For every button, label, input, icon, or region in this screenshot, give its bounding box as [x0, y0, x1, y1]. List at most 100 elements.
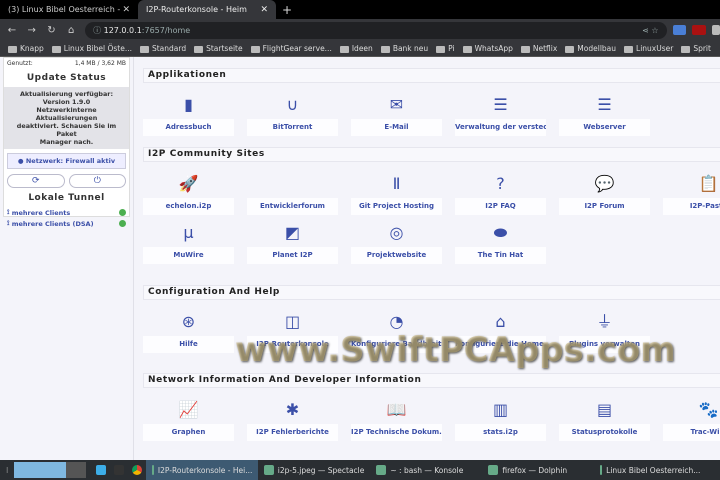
- address-book-icon: ▮: [184, 95, 193, 114]
- app-tile[interactable]: ⏚ Plugins verwalten: [559, 311, 650, 353]
- app-tile[interactable]: Ⅱ Git Project Hosting: [351, 173, 442, 215]
- taskbar-item[interactable]: ~ : bash — Konsole: [370, 460, 482, 480]
- bookmark-item[interactable]: Netflix: [513, 44, 557, 53]
- tunnel-item[interactable]: ⟟ mehrere Clients (DSA): [4, 218, 129, 229]
- taskbar-item[interactable]: firefox — Dolphin: [482, 460, 594, 480]
- back-icon[interactable]: ←: [4, 25, 20, 36]
- server-icon: ☰: [597, 95, 612, 114]
- app-tile[interactable]: ▤ Statusprotokolle: [559, 399, 650, 441]
- muwire-icon: µ: [183, 223, 194, 242]
- bookmark-icon: [380, 45, 390, 53]
- app-tile[interactable]: Entwicklerforum: [247, 173, 338, 215]
- terminal-icon[interactable]: [114, 465, 125, 475]
- app-tile[interactable]: ? I2P FAQ: [455, 173, 546, 215]
- taskbar-item[interactable]: I2P-Routerkonsole - Hei...: [146, 460, 259, 480]
- bookmark-item[interactable]: FlightGear serve...: [243, 44, 332, 53]
- bookmark-icon: [250, 45, 260, 53]
- url-input[interactable]: ⓘ 127.0.0.1:7657/home ⋖ ☆: [85, 21, 667, 39]
- pager-desktop-2[interactable]: [66, 462, 87, 478]
- bookmark-item[interactable]: Sprit: [673, 44, 711, 53]
- app-tile[interactable]: ☰ Webserver: [559, 94, 650, 136]
- bookmark-icon: [436, 45, 446, 53]
- bookmark-item[interactable]: Knapp: [0, 44, 44, 53]
- tin-hat-icon: ⬬: [493, 223, 508, 242]
- app-tile[interactable]: ◔ Konfiguriere Bandbreite: [351, 311, 442, 353]
- new-tab-icon[interactable]: +: [282, 3, 292, 17]
- code-icon: [247, 173, 338, 195]
- chart-line-icon: 📈: [178, 400, 199, 419]
- app-tile[interactable]: ⌂ Konfiguriere die Home...: [455, 311, 546, 353]
- bookmark-item[interactable]: Bank neu: [373, 44, 428, 53]
- shutdown-button[interactable]: ⏻: [68, 174, 126, 188]
- section-header: Network Information And Developer Inform…: [143, 373, 720, 388]
- i2p-icon: ◎: [389, 223, 404, 242]
- book-icon: 📖: [386, 400, 407, 419]
- taskbar-item[interactable]: Linux Bibel Oesterreich...: [594, 460, 706, 480]
- bookmark-item[interactable]: WhatsApp: [455, 44, 513, 53]
- ublock-icon[interactable]: [692, 25, 707, 35]
- rss-icon: ◩: [284, 223, 301, 242]
- app-tile[interactable]: ✱ I2P Fehlerberichte: [247, 399, 338, 441]
- tab-bar: (3) Linux Bibel Oesterreich - ✕ I2P-Route…: [0, 0, 720, 19]
- clipboard-icon: ▤: [596, 400, 613, 419]
- bookmark-icon: [51, 45, 61, 53]
- bookmark-item[interactable]: Standard: [132, 44, 186, 53]
- tab-i2p[interactable]: I2P-Routerkonsole - Heim ✕: [138, 0, 276, 19]
- bookmark-item[interactable]: LinuxUser: [616, 44, 673, 53]
- app-tile[interactable]: ✉ E-Mail: [351, 94, 442, 136]
- git-icon: Ⅱ: [392, 174, 401, 193]
- app-tile[interactable]: ⬬ The Tin Hat: [455, 222, 546, 264]
- app-tile[interactable]: ▮ Adressbuch: [143, 94, 234, 136]
- tunnel-item[interactable]: ⟟ mehrere Clients: [4, 207, 129, 218]
- dolphin-icon[interactable]: [96, 465, 107, 475]
- app-tile[interactable]: ◎ Projektwebsite: [351, 222, 442, 264]
- home-icon[interactable]: ⌂: [63, 25, 79, 36]
- network-status[interactable]: ● Netzwerk: Firewall aktiv: [7, 153, 126, 169]
- bookmark-item[interactable]: Pi: [428, 44, 455, 53]
- bookmark-item[interactable]: Modellbau: [557, 44, 616, 53]
- bookmark-icon: [624, 45, 634, 53]
- app-tile[interactable]: ∪ BitTorrent: [247, 94, 338, 136]
- extensions-icon[interactable]: [712, 25, 720, 35]
- app-tile[interactable]: ▥ stats.i2p: [455, 399, 546, 441]
- taskbar: ⁝ I2P-Routerkonsole - Hei... i2p-5.jpeg —…: [0, 460, 720, 480]
- bookmark-item[interactable]: Startseite: [186, 44, 243, 53]
- app-launcher-icon[interactable]: ⁝: [0, 466, 14, 475]
- gauge-icon: ◔: [389, 312, 404, 331]
- close-icon[interactable]: ✕: [260, 5, 268, 15]
- bookmark-icon: [681, 45, 691, 53]
- app-tile[interactable]: ☰ Verwaltung der verstec...: [455, 94, 546, 136]
- section-header: Applikationen: [143, 68, 720, 83]
- restart-button[interactable]: ⟳: [7, 174, 65, 188]
- app-tile[interactable]: 📈 Graphen: [143, 399, 234, 441]
- app-tile[interactable]: 💬 I2P Forum: [559, 173, 650, 215]
- bug-icon: ✱: [285, 400, 300, 419]
- status-dot: [119, 220, 126, 227]
- chrome-icon[interactable]: [132, 465, 143, 475]
- app-tile[interactable]: ⊛ Hilfe: [143, 311, 234, 353]
- reload-icon[interactable]: ↻: [44, 25, 60, 36]
- bookmark-item[interactable]: Ideen: [332, 44, 373, 53]
- star-icon[interactable]: ☆: [651, 26, 658, 35]
- tab-linux-bibel[interactable]: (3) Linux Bibel Oesterreich - ✕: [0, 0, 138, 19]
- taskbar-item[interactable]: i2p-5.jpeg — Spectacle: [258, 460, 370, 480]
- forward-icon[interactable]: →: [24, 25, 40, 36]
- address-bar: ← → ↻ ⌂ ⓘ 127.0.0.1:7657/home ⋖ ☆: [0, 19, 720, 41]
- pager[interactable]: [14, 462, 67, 478]
- translate-icon[interactable]: [672, 25, 687, 35]
- plug-icon: ⏚: [596, 312, 613, 331]
- app-tile[interactable]: 🚀 echelon.i2p: [143, 173, 234, 215]
- close-icon[interactable]: ✕: [122, 5, 130, 15]
- app-tile[interactable]: 📋I2P-Paste: [663, 173, 720, 215]
- paste-icon: 📋: [698, 174, 719, 193]
- bookmark-item[interactable]: Linux Bibel Öste...: [44, 44, 132, 53]
- bookmark-icon: [462, 45, 472, 53]
- app-tile[interactable]: 📖 I2P Technische Dokum...: [351, 399, 442, 441]
- app-tile[interactable]: ◩ Planet I2P: [247, 222, 338, 264]
- app-tile[interactable]: ◫ I2P-Routerkonsole: [247, 311, 338, 353]
- home-icon: ⌂: [495, 312, 506, 331]
- app-tile[interactable]: µ MuWire: [143, 222, 234, 264]
- share-icon[interactable]: ⋖: [642, 26, 651, 35]
- app-tile[interactable]: 🐾Trac-Wiki: [663, 399, 720, 441]
- server-icon: ☰: [493, 95, 508, 114]
